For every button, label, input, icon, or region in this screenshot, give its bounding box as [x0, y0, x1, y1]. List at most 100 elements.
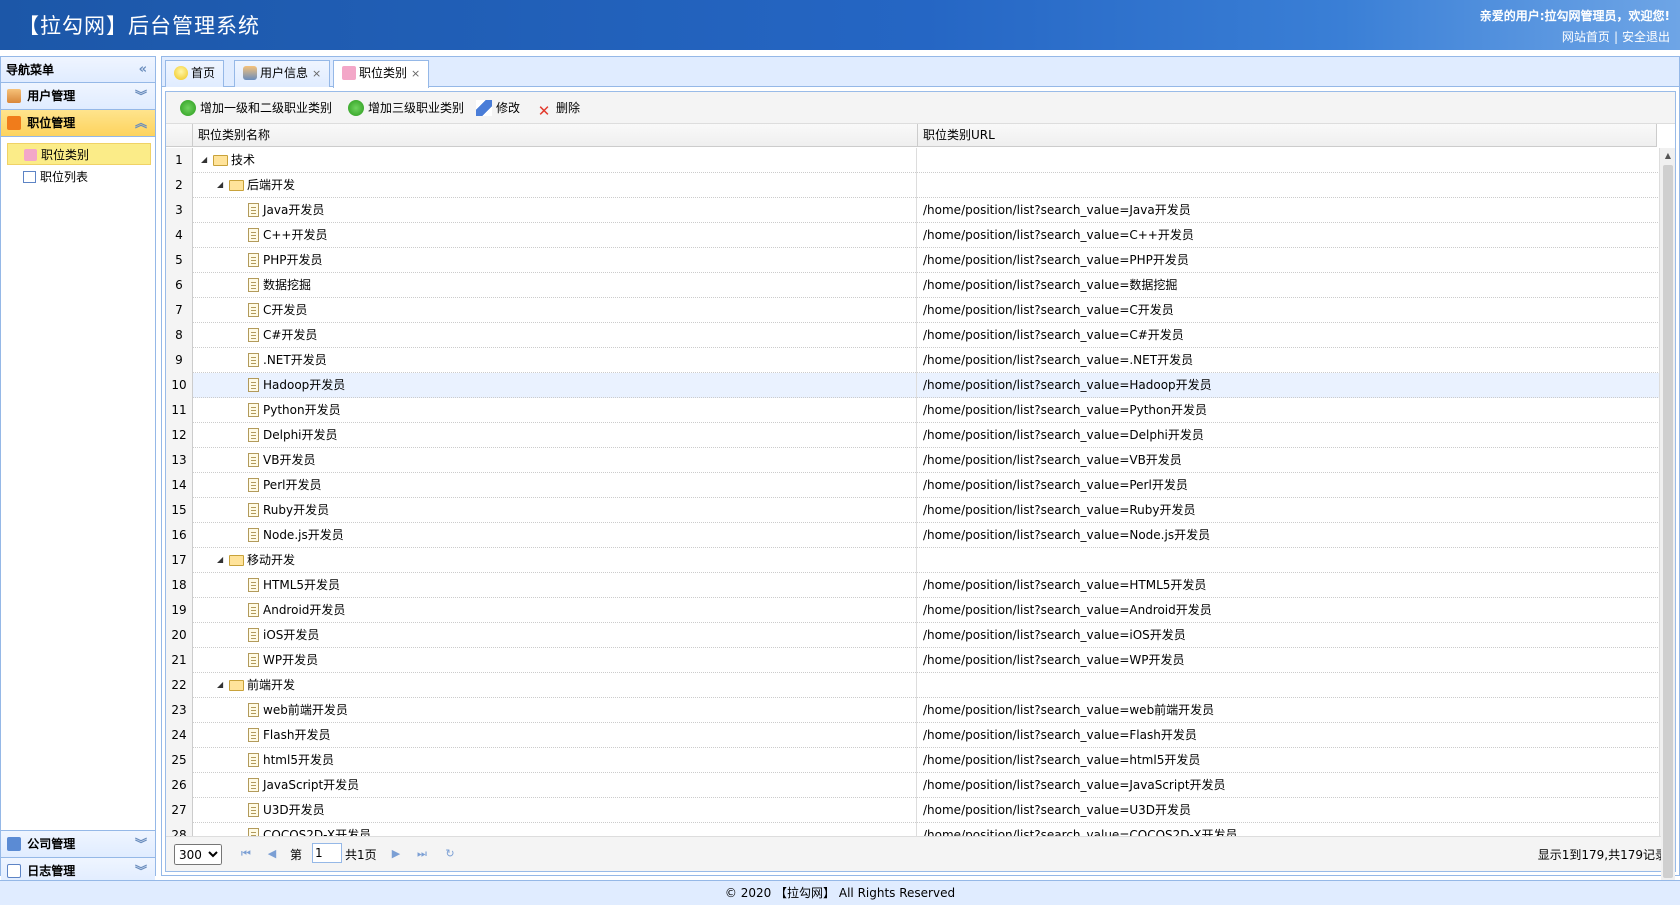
- category-label: Python开发员: [263, 403, 341, 417]
- panel-vertical-scrollbar[interactable]: ▲ ▼: [1661, 149, 1675, 894]
- category-label: web前端开发员: [263, 703, 348, 717]
- file-icon: [248, 828, 259, 836]
- expand-toggle-icon[interactable]: ◢: [217, 548, 223, 572]
- collapse-icon[interactable]: «: [139, 57, 147, 83]
- table-row[interactable]: 9 .NET开发员/home/position/list?search_value…: [166, 348, 1660, 373]
- nav-panel-header: 导航菜单 «: [1, 57, 155, 83]
- table-row[interactable]: 18 HTML5开发员/home/position/list?search_val…: [166, 573, 1660, 598]
- delete-button[interactable]: ✕ 删除: [536, 98, 580, 119]
- column-header-url[interactable]: 职位类别URL: [918, 124, 1657, 147]
- table-row[interactable]: 19 Android开发员/home/position/list?search_v…: [166, 598, 1660, 623]
- table-row[interactable]: 10 Hadoop开发员/home/position/list?search_va…: [166, 373, 1660, 398]
- category-label: Perl开发员: [263, 478, 322, 492]
- table-row[interactable]: 3 Java开发员/home/position/list?search_value…: [166, 198, 1660, 223]
- category-url-cell: /home/position/list?search_value=C++开发员: [923, 228, 1194, 242]
- edit-button[interactable]: 修改: [476, 98, 520, 118]
- file-icon: [248, 453, 259, 467]
- logout-link[interactable]: 安全退出: [1622, 30, 1670, 44]
- file-icon: [248, 503, 259, 517]
- row-number: 26: [166, 773, 193, 798]
- category-name-cell: C++开发员: [193, 223, 917, 248]
- welcome-text: 亲爱的用户:拉勾网管理员，欢迎您!: [1479, 9, 1670, 23]
- nav-panel: 导航菜单 « 用户管理 ︾ 职位管理 ︽ 职位类别 职位列表 公司管理 ︾ 日志…: [0, 56, 156, 885]
- tab-position-category[interactable]: 职位类别 ×: [333, 60, 430, 88]
- accordion-position-management[interactable]: 职位管理 ︽: [1, 110, 155, 137]
- category-name-cell: WP开发员: [193, 648, 917, 673]
- table-row[interactable]: 4 C++开发员/home/position/list?search_value=…: [166, 223, 1660, 248]
- position-menu-body: 职位类别 职位列表: [1, 137, 155, 831]
- table-row[interactable]: 24 Flash开发员/home/position/list?search_val…: [166, 723, 1660, 748]
- last-page-icon[interactable]: ⏭: [414, 846, 430, 862]
- users-icon: [7, 89, 21, 103]
- file-icon: [248, 253, 259, 267]
- table-row[interactable]: 26 JavaScript开发员/home/position/list?searc…: [166, 773, 1660, 798]
- table-row[interactable]: 27 U3D开发员/home/position/list?search_value…: [166, 798, 1660, 823]
- tab-home[interactable]: 首页: [165, 60, 225, 87]
- row-number: 16: [166, 523, 193, 548]
- log-icon: [7, 864, 21, 878]
- table-row[interactable]: 13 VB开发员/home/position/list?search_value=…: [166, 448, 1660, 473]
- expand-icon[interactable]: ︾: [135, 83, 147, 109]
- table-row[interactable]: 7 C开发员/home/position/list?search_value=C开…: [166, 298, 1660, 323]
- expand-toggle-icon[interactable]: ◢: [201, 148, 207, 172]
- category-label: 移动开发: [247, 553, 296, 567]
- table-row[interactable]: 22 ◢ 前端开发: [166, 673, 1660, 698]
- table-row[interactable]: 14 Perl开发员/home/position/list?search_valu…: [166, 473, 1660, 498]
- refresh-icon[interactable]: ↻: [442, 846, 458, 862]
- page-number-input[interactable]: [312, 843, 342, 863]
- expand-icon[interactable]: ︾: [135, 831, 147, 857]
- table-row[interactable]: 20 iOS开发员/home/position/list?search_value…: [166, 623, 1660, 648]
- column-header-name[interactable]: 职位类别名称: [193, 124, 918, 147]
- next-page-icon[interactable]: ▶: [388, 846, 404, 862]
- table-row[interactable]: 25 html5开发员/home/position/list?search_val…: [166, 748, 1660, 773]
- table-row[interactable]: 12 Delphi开发员/home/position/list?search_va…: [166, 423, 1660, 448]
- expand-toggle-icon[interactable]: ◢: [217, 673, 223, 697]
- prev-page-icon[interactable]: ◀: [264, 846, 280, 862]
- category-url-cell: [918, 673, 1660, 698]
- add-level3-category-button[interactable]: 增加三级职业类别: [348, 98, 464, 118]
- page-size-select[interactable]: 300: [174, 844, 222, 865]
- site-home-link[interactable]: 网站首页: [1562, 30, 1610, 44]
- close-icon[interactable]: ×: [411, 67, 420, 80]
- table-row[interactable]: 11 Python开发员/home/position/list?search_va…: [166, 398, 1660, 423]
- add-level12-category-button[interactable]: 增加一级和二级职业类别: [180, 98, 332, 118]
- category-name-cell: HTML5开发员: [193, 573, 917, 598]
- nav-item-position-list[interactable]: 职位列表: [7, 166, 151, 188]
- row-number: 9: [166, 348, 193, 373]
- app-title: 【拉勾网】后台管理系统: [18, 14, 260, 38]
- table-row[interactable]: 21 WP开发员/home/position/list?search_value=…: [166, 648, 1660, 673]
- collapse-icon[interactable]: ︽: [135, 110, 147, 136]
- scroll-up-icon[interactable]: ▲: [1661, 149, 1675, 163]
- table-row[interactable]: 6 数据挖掘/home/position/list?search_value=数据…: [166, 273, 1660, 298]
- table-row[interactable]: 17 ◢ 移动开发: [166, 548, 1660, 573]
- first-page-icon[interactable]: ⏮: [238, 846, 254, 862]
- table-row[interactable]: 2 ◢ 后端开发: [166, 173, 1660, 198]
- accordion-label: 公司管理: [27, 837, 76, 851]
- category-label: PHP开发员: [263, 253, 323, 267]
- pencil-icon: [476, 100, 492, 116]
- record-info: 显示1到179,共179记录: [1537, 848, 1667, 862]
- category-label: 技术: [231, 153, 256, 167]
- rss-icon: [7, 116, 21, 130]
- table-row[interactable]: 16 Node.js开发员/home/position/list?search_v…: [166, 523, 1660, 548]
- table-row[interactable]: 8 C#开发员/home/position/list?search_value=C…: [166, 323, 1660, 348]
- close-icon[interactable]: ×: [312, 67, 321, 80]
- tab-user-info[interactable]: 用户信息 ×: [234, 60, 331, 87]
- category-name-cell: Flash开发员: [193, 723, 917, 748]
- table-row[interactable]: 28 COCOS2D-X开发员/home/position/list?search…: [166, 823, 1660, 836]
- table-row[interactable]: 15 Ruby开发员/home/position/list?search_valu…: [166, 498, 1660, 523]
- file-icon: [248, 478, 259, 492]
- main-panel: 首页 用户信息 × 职位类别 × 增加一级和二级职业类别 增加三级职业类别 修改 ✕…: [161, 56, 1680, 894]
- row-number: 22: [166, 673, 193, 698]
- table-row[interactable]: 5 PHP开发员/home/position/list?search_value=…: [166, 248, 1660, 273]
- table-row[interactable]: 23 web前端开发员/home/position/list?search_val…: [166, 698, 1660, 723]
- expand-toggle-icon[interactable]: ◢: [217, 173, 223, 197]
- category-label: Node.js开发员: [263, 528, 344, 542]
- scroll-thumb[interactable]: [1663, 165, 1673, 878]
- link-separator: |: [1613, 30, 1618, 44]
- nav-item-position-category[interactable]: 职位类别: [7, 143, 151, 165]
- tag-icon: [342, 66, 356, 80]
- accordion-user-management[interactable]: 用户管理 ︾: [1, 83, 155, 110]
- accordion-company-management[interactable]: 公司管理 ︾: [1, 831, 155, 858]
- table-row[interactable]: 1 ◢ 技术: [166, 148, 1660, 173]
